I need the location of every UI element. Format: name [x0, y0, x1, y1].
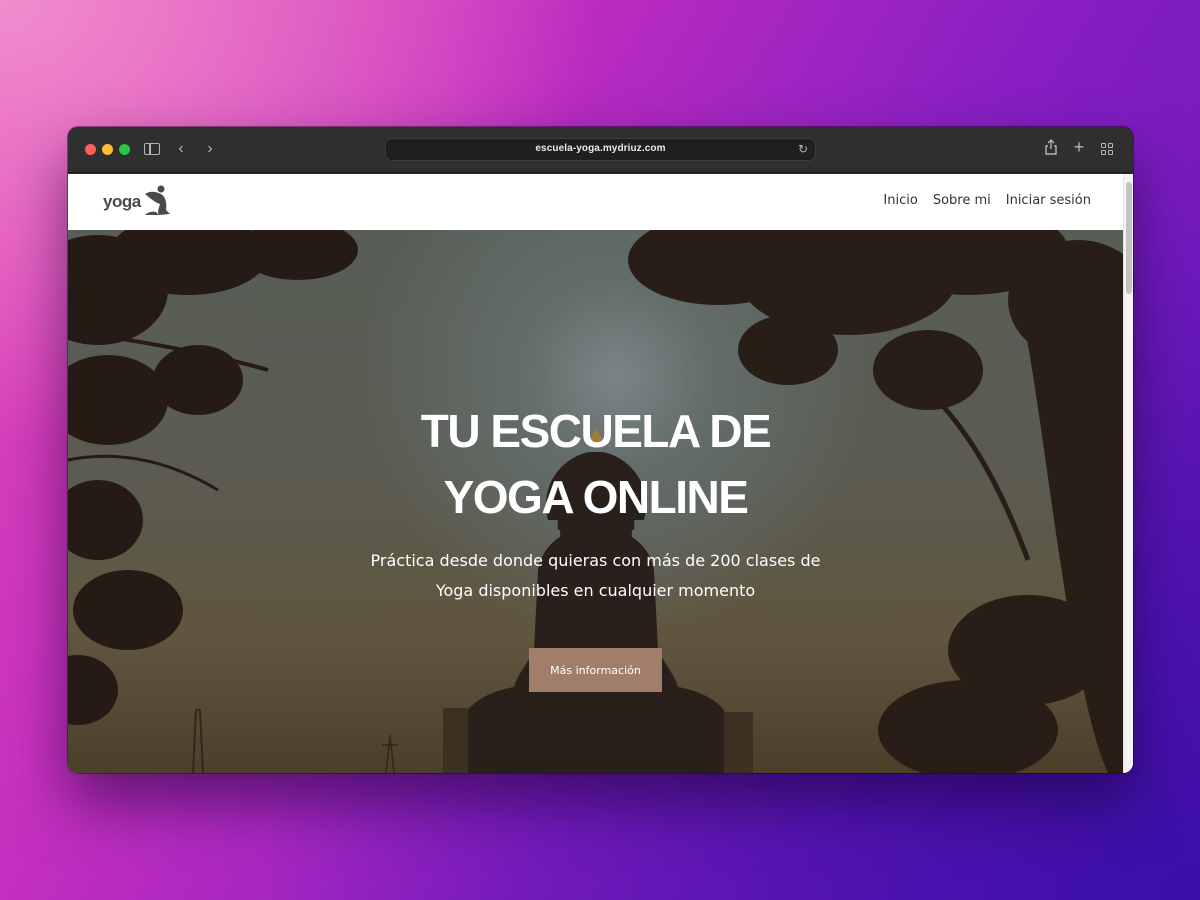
nav-sobre-mi[interactable]: Sobre mi — [933, 193, 991, 208]
address-bar[interactable]: escuela-yoga.mydriuz.com ↻ — [385, 138, 816, 161]
hero-title-line2: YOGA ONLINE — [443, 471, 749, 523]
back-icon[interactable]: ‹ — [174, 139, 188, 159]
sidebar-icon[interactable] — [144, 143, 160, 155]
logo-text: yoga — [103, 192, 141, 211]
minimize-window-button[interactable] — [102, 144, 113, 155]
hero-subtitle-line1: Práctica desde donde quieras con más de … — [370, 551, 821, 570]
tab-overview-icon[interactable] — [1101, 143, 1114, 156]
hero-section: TU ESCUELA DE YOGA ONLINE Práctica desde… — [68, 230, 1123, 773]
more-info-button[interactable]: Más información — [529, 648, 662, 692]
hero-subtitle-line2: Yoga disponibles en cualquier momento — [435, 581, 756, 600]
url-text: escuela-yoga.mydriuz.com — [535, 143, 666, 154]
main-nav: Inicio Sobre mi Iniciar sesión — [883, 193, 1091, 208]
yoga-pose-logo-icon — [145, 185, 170, 215]
nav-inicio[interactable]: Inicio — [883, 193, 917, 208]
page-scrollbar[interactable] — [1123, 174, 1133, 773]
hero-subtitle: Práctica desde donde quieras con más de … — [68, 546, 1123, 606]
forward-icon[interactable]: › — [203, 139, 217, 159]
site-logo[interactable]: yoga — [103, 184, 173, 218]
browser-toolbar: ‹ › escuela-yoga.mydriuz.com ↻ + — [68, 127, 1133, 173]
scrollbar-thumb[interactable] — [1126, 182, 1132, 294]
share-icon[interactable] — [1043, 139, 1059, 160]
site-header: yoga Inicio Sobre mi Iniciar sesión — [68, 174, 1123, 230]
reload-icon[interactable]: ↻ — [798, 142, 808, 156]
hero-title-line1: TU ESCUELA DE — [420, 405, 772, 457]
web-page: yoga Inicio Sobre mi Iniciar sesión TU E… — [68, 174, 1133, 773]
hero-title: TU ESCUELA DE YOGA ONLINE — [68, 398, 1123, 530]
nav-iniciar-sesion[interactable]: Iniciar sesión — [1006, 193, 1091, 208]
browser-window: ‹ › escuela-yoga.mydriuz.com ↻ + yoga In… — [68, 127, 1133, 773]
zoom-window-button[interactable] — [119, 144, 130, 155]
close-window-button[interactable] — [85, 144, 96, 155]
new-tab-icon[interactable]: + — [1071, 137, 1087, 157]
